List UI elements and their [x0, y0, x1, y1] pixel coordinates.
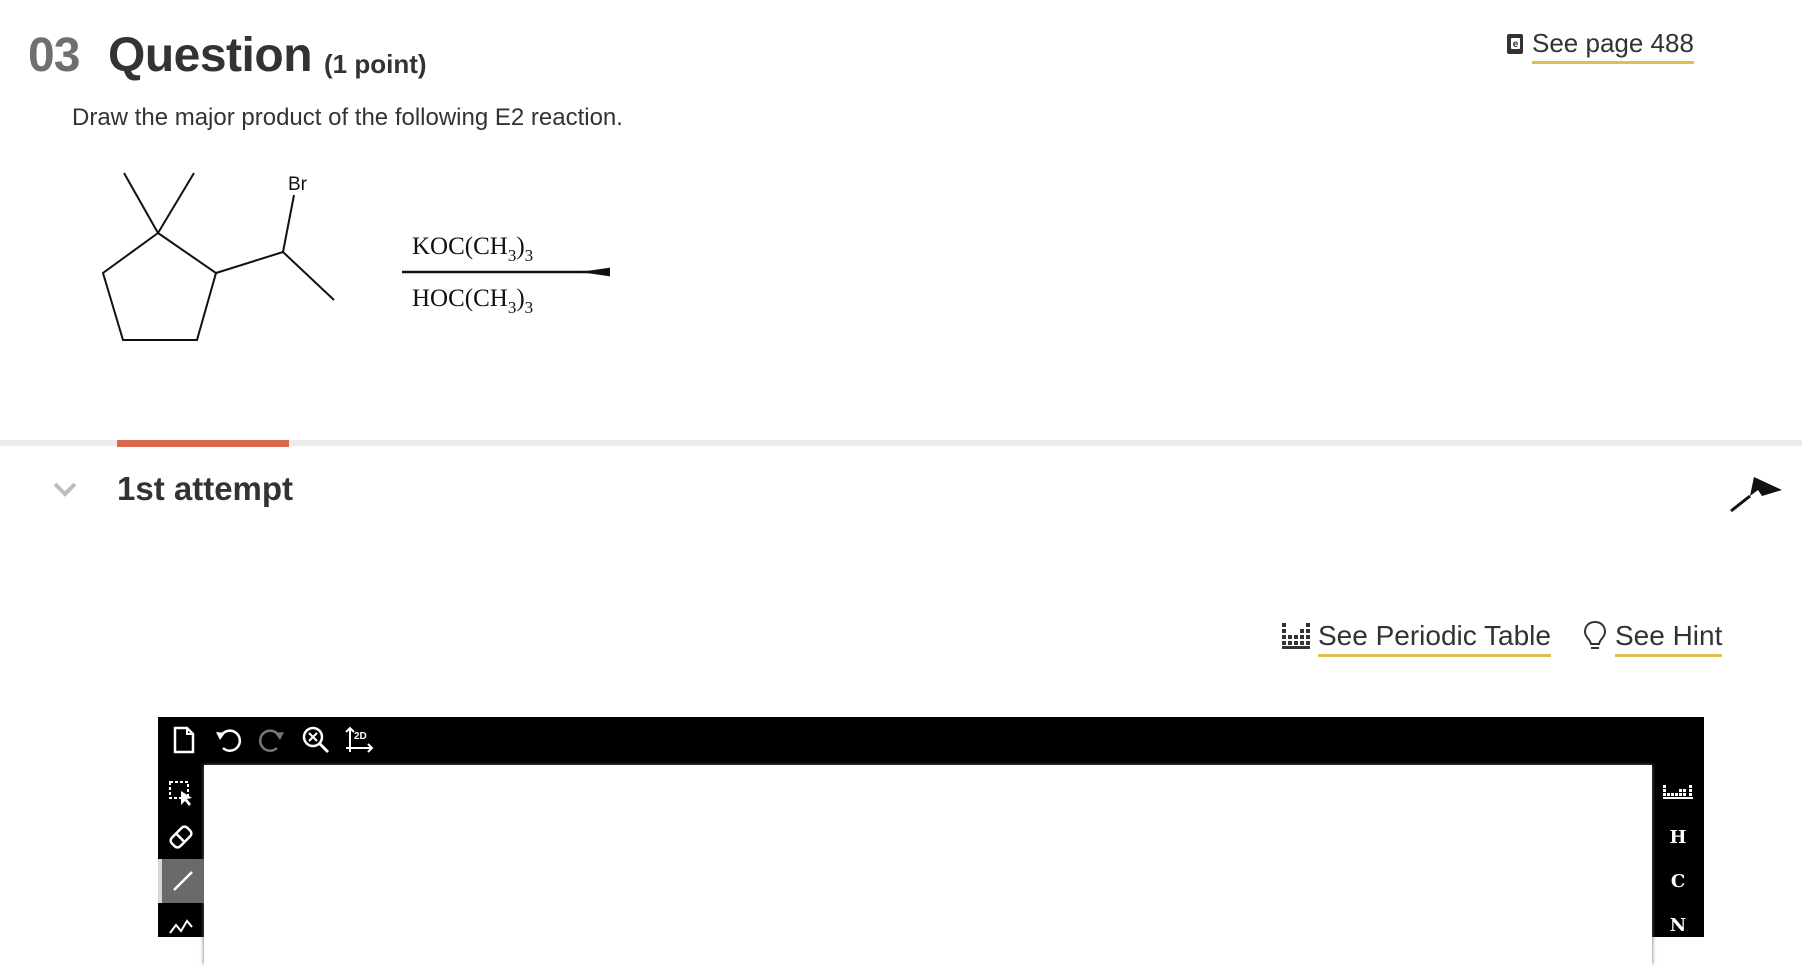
question-number: 03 — [28, 29, 80, 82]
substrate-structure — [101, 172, 335, 341]
new-document-icon[interactable] — [166, 723, 202, 757]
reaction-drawing: Br KOC(CH3)3 HOC(CH3)3 — [101, 172, 650, 341]
chain-icon[interactable] — [158, 903, 204, 947]
reagent-top: KOC(CH3)3 — [412, 233, 533, 265]
attempt-label: 1st attempt — [117, 470, 294, 507]
structure-editor: 2D H C N — [158, 717, 1704, 965]
single-bond-icon[interactable] — [158, 859, 204, 903]
reagent-bottom: HOC(CH3)3 — [412, 285, 533, 317]
periodic-table-label: See Periodic Table — [1318, 620, 1551, 657]
2d-cleanup-icon[interactable]: 2D — [342, 723, 378, 757]
question-points: (1 point) — [324, 49, 427, 79]
drawing-canvas[interactable] — [204, 765, 1652, 965]
periodic-table-link[interactable]: See Periodic Table — [1282, 620, 1551, 657]
element-h-button[interactable]: H — [1652, 815, 1704, 859]
svg-text:e: e — [1513, 39, 1519, 50]
periodic-table-picker-icon[interactable] — [1652, 771, 1704, 815]
question-title: Question — [108, 29, 313, 82]
see-page-link[interactable]: e See page 488 — [1506, 28, 1694, 64]
selection-icon[interactable] — [158, 771, 204, 815]
see-page-label: See page 488 — [1532, 28, 1694, 64]
reaction-scheme: Br KOC(CH3)3 HOC(CH3)3 — [90, 160, 650, 355]
undo-icon[interactable] — [210, 723, 246, 757]
ebook-icon: e — [1506, 33, 1524, 60]
editor-top-toolbar: 2D — [166, 723, 378, 757]
eraser-icon[interactable] — [158, 815, 204, 859]
hint-link[interactable]: See Hint — [1583, 620, 1723, 657]
reaction-arrow-head — [580, 264, 635, 280]
lightbulb-icon — [1583, 620, 1607, 657]
periodic-table-icon — [1282, 623, 1310, 654]
hint-label: See Hint — [1614, 620, 1723, 657]
editor-element-toolbar: H C N — [1652, 771, 1704, 947]
question-prompt: Draw the major product of the following … — [72, 104, 623, 131]
attempt-tab-indicator — [117, 440, 289, 447]
zoom-clear-icon[interactable] — [298, 723, 334, 757]
editor-left-toolbar — [158, 771, 204, 947]
chevron-down-icon[interactable] — [52, 480, 78, 503]
element-n-button[interactable]: N — [1652, 903, 1704, 947]
flag-icon[interactable] — [1728, 474, 1784, 519]
question-tools: See Periodic Table See Hint — [1282, 620, 1723, 657]
bromine-label: Br — [288, 174, 308, 195]
redo-icon[interactable] — [254, 723, 290, 757]
element-c-button[interactable]: C — [1652, 859, 1704, 903]
2d-label: 2D — [354, 731, 367, 742]
